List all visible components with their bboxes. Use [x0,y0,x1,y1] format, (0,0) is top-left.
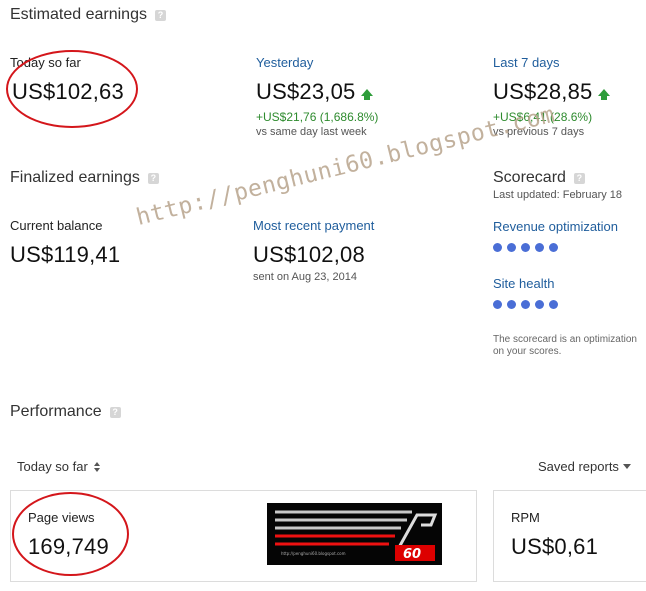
site-health-score-dots [493,300,558,309]
yesterday-amount: US$23,05 [256,79,374,105]
revenue-score-dots [493,243,558,252]
last7-amount: US$28,85 [493,79,611,105]
current-balance-amount: US$119,41 [10,242,121,267]
yesterday-label[interactable]: Yesterday [256,55,313,70]
finalized-earnings-title: Finalized earnings ? [10,169,159,187]
score-dot [521,300,530,309]
current-balance-label: Current balance [10,218,103,233]
saved-reports-label: Saved reports [538,459,619,474]
date-range-label: Today so far [17,459,88,474]
revenue-optimization-link[interactable]: Revenue optimization [493,219,618,234]
saved-reports-dropdown[interactable]: Saved reports [538,459,631,474]
score-dot [535,300,544,309]
date-range-selector[interactable]: Today so far [17,459,100,474]
recent-payment-label[interactable]: Most recent payment [253,218,374,233]
score-dot [549,243,558,252]
recent-payment-date: sent on Aug 23, 2014 [253,271,357,283]
yesterday-compare: vs same day last week [256,126,367,138]
scorecard-note-line: on your scores. [493,346,562,357]
last7-label[interactable]: Last 7 days [493,55,560,70]
logo-mark-text: 60 [403,547,421,562]
chevron-down-icon [622,464,631,469]
scorecard-title: Scorecard ? [493,169,585,187]
up-arrow-icon [361,89,374,100]
score-dot [493,300,502,309]
estimated-earnings-heading: Estimated earnings [10,6,147,23]
performance-title: Performance ? [10,403,121,421]
help-icon[interactable]: ? [147,172,159,184]
scorecard-updated: Last updated: February 18 [493,189,623,201]
recent-payment-amount: US$102,08 [253,242,365,267]
scorecard-heading: Scorecard [493,169,566,186]
performance-heading: Performance [10,403,102,420]
score-dot [493,243,502,252]
scorecard-note-line: The scorecard is an optimization [493,334,637,345]
score-dot [535,243,544,252]
blog-logo-banner: 60 http://penghuni60.blogspot.com [267,503,442,565]
rpm-card[interactable]: RPM US$0,61 [493,490,646,582]
yesterday-change: +US$21,76 (1,686.8%) [256,110,379,124]
score-dot [507,300,516,309]
finalized-earnings-heading: Finalized earnings [10,169,140,186]
rpm-value: US$0,61 [511,534,599,559]
score-dot [507,243,516,252]
help-icon[interactable]: ? [109,406,121,418]
scorecard-note: The scorecard is an optimization on your… [493,334,637,358]
logo-graphic: 60 http://penghuni60.blogspot.com [267,503,442,565]
score-dot [549,300,558,309]
last7-amount-text: US$28,85 [493,79,593,104]
yesterday-amount-text: US$23,05 [256,79,356,104]
red-circle-annotation [6,50,138,128]
help-icon[interactable]: ? [573,172,585,184]
sort-arrows-icon [93,461,100,472]
score-dot [521,243,530,252]
estimated-earnings-title: Estimated earnings ? [10,6,166,24]
up-arrow-icon [598,89,611,100]
red-circle-annotation [12,492,129,576]
help-icon[interactable]: ? [154,9,166,21]
rpm-label: RPM [511,510,540,525]
site-health-link[interactable]: Site health [493,276,554,291]
logo-small-text: http://penghuni60.blogspot.com [281,551,346,556]
